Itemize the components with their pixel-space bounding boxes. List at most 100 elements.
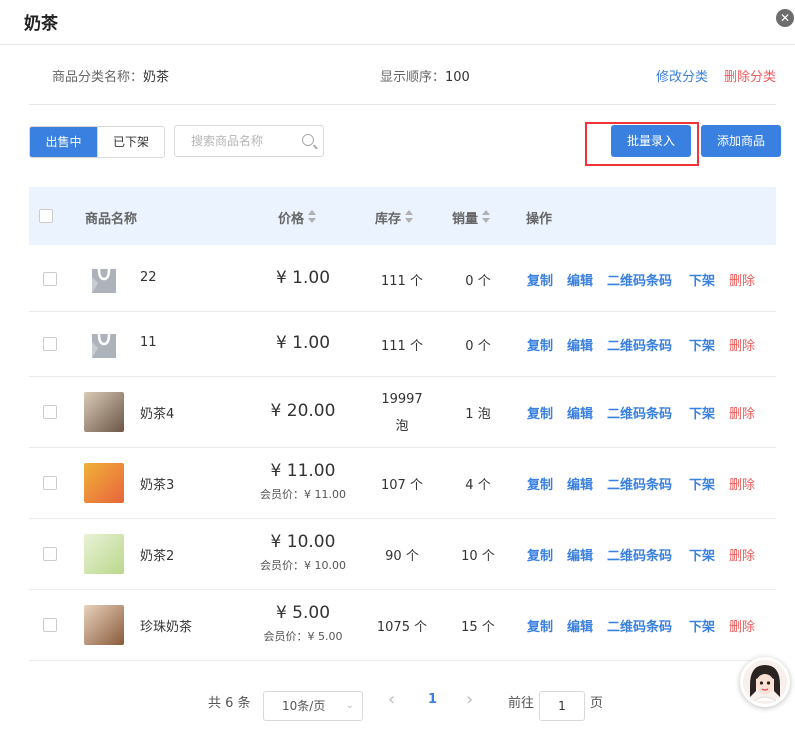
edit-category-link[interactable]: 修改分类 [656,66,708,85]
placeholder-bag-icon [84,323,124,364]
product-stock: 111 个 [381,338,423,354]
display-order-meta: 显示顺序：100 [380,66,470,85]
product-stock: 111 个 [381,273,423,289]
off-shelf-button[interactable]: 下架 [689,474,715,493]
product-name: 奶茶2 [140,548,175,564]
edit-button[interactable]: 编辑 [567,545,593,564]
search-icon[interactable] [302,134,314,146]
search-input[interactable] [189,126,303,156]
product-price: ¥ 10.00 [270,531,336,552]
support-avatar-icon[interactable] [740,657,790,707]
sort-icon[interactable] [482,210,491,223]
product-stock: 19997 [381,391,423,407]
product-stock: 90 个 [385,548,419,564]
prev-page-button[interactable]: ‹ [388,689,395,710]
divider [0,44,795,45]
member-price: 会员价：¥ 11.00 [260,487,346,501]
product-stock: 107 个 [381,477,423,493]
delete-button[interactable]: 删除 [729,270,755,289]
placeholder-bag-icon [84,258,124,299]
header-ops: 操作 [526,212,553,227]
tab-on-sale[interactable]: 出售中 [30,127,97,157]
total-count: 共 6 条 [208,696,251,711]
page-unit: 页 [590,696,604,711]
header-price[interactable]: 价格 [278,208,317,227]
product-name: 22 [140,269,157,285]
header-price-label: 价格 [278,212,305,227]
product-name: 珍珠奶茶 [140,619,193,635]
copy-button[interactable]: 复制 [527,403,553,422]
off-shelf-button[interactable]: 下架 [689,545,715,564]
category-value: 奶茶 [143,70,170,85]
delete-button[interactable]: 删除 [729,545,755,564]
page-size-value: 10条/页 [282,699,326,713]
product-sales: 0 个 [465,273,491,289]
page-1[interactable]: 1 [428,692,437,707]
row-checkbox[interactable] [43,475,57,490]
product-sales: 10 个 [461,548,495,564]
pearl-tea-photo [84,604,124,645]
product-sales: 4 个 [465,477,491,493]
product-name: 奶茶4 [140,406,175,422]
qrcode-button[interactable]: 二维码条码 [607,403,672,422]
dialog: 奶茶 ✕ 商品分类名称：奶茶 显示顺序：100 修改分类 删除分类 出售中 已下… [0,0,795,740]
goto-page-input[interactable]: 1 [539,691,585,721]
row-checkbox[interactable] [43,336,57,351]
qrcode-button[interactable]: 二维码条码 [607,474,672,493]
next-page-button[interactable]: › [466,689,473,710]
search-box [174,125,324,157]
edit-button[interactable]: 编辑 [567,616,593,635]
add-product-button[interactable]: 添加商品 [701,125,781,157]
header-name: 商品名称 [85,212,138,227]
copy-button[interactable]: 复制 [527,335,553,354]
qrcode-button[interactable]: 二维码条码 [607,545,672,564]
edit-button[interactable]: 编辑 [567,270,593,289]
sort-icon[interactable] [308,210,317,223]
delete-category-link[interactable]: 删除分类 [724,66,776,85]
delete-button[interactable]: 删除 [729,335,755,354]
product-stock-unit: 泡 [395,418,409,434]
divider [29,104,776,105]
row-checkbox[interactable] [43,271,57,286]
header-sales[interactable]: 销量 [452,208,491,227]
off-shelf-button[interactable]: 下架 [689,403,715,422]
product-stock: 1075 个 [376,619,428,635]
product-price: ¥ 5.00 [275,602,331,623]
header-stock[interactable]: 库存 [375,208,414,227]
product-price: ¥ 1.00 [275,332,331,353]
off-shelf-button[interactable]: 下架 [689,616,715,635]
row-checkbox[interactable] [43,546,57,561]
batch-import-button[interactable]: 批量录入 [611,125,691,157]
delete-button[interactable]: 删除 [729,403,755,422]
green-tea-photo [84,533,124,574]
header-stock-label: 库存 [375,212,402,227]
off-shelf-button[interactable]: 下架 [689,335,715,354]
page-size-select[interactable]: 10条/页 ⌄ [263,691,363,721]
edit-button[interactable]: 编辑 [567,403,593,422]
close-icon[interactable]: ✕ [776,9,794,27]
sort-icon[interactable] [405,210,414,223]
copy-button[interactable]: 复制 [527,270,553,289]
copy-button[interactable]: 复制 [527,545,553,564]
off-shelf-button[interactable]: 下架 [689,270,715,289]
product-sales: 1 泡 [465,406,491,422]
row-checkbox[interactable] [43,617,57,632]
delete-button[interactable]: 删除 [729,474,755,493]
qrcode-button[interactable]: 二维码条码 [607,335,672,354]
goto-label: 前往 [508,696,535,711]
copy-button[interactable]: 复制 [527,616,553,635]
qrcode-button[interactable]: 二维码条码 [607,270,672,289]
tab-off-shelf[interactable]: 已下架 [97,127,164,157]
product-price: ¥ 11.00 [270,460,336,481]
delete-button[interactable]: 删除 [729,616,755,635]
product-name: 奶茶3 [140,477,175,493]
product-sales: 15 个 [461,619,495,635]
edit-button[interactable]: 编辑 [567,474,593,493]
row-checkbox[interactable] [43,404,57,419]
qrcode-button[interactable]: 二维码条码 [607,616,672,635]
edit-button[interactable]: 编辑 [567,335,593,354]
category-name-meta: 商品分类名称：奶茶 [52,66,169,85]
select-all-checkbox[interactable] [39,209,53,223]
copy-button[interactable]: 复制 [527,474,553,493]
status-tabs: 出售中 已下架 [29,126,165,158]
